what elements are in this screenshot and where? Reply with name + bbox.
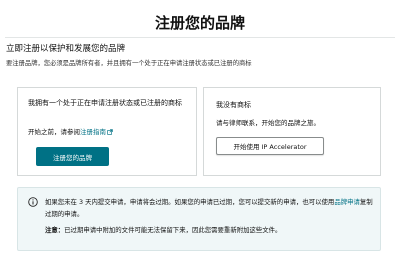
info-note: 注意：已过期申请中附加的文件可能无法保留下来，因此您需要重新附加这些文件。: [45, 225, 375, 234]
intro-description: 要注册品牌，您必须是品牌所有者，并且拥有一个处于正在申请注册状态或已注册的商标: [6, 60, 252, 67]
title-divider: [5, 37, 395, 38]
note-text: 已过期申请中附加的文件可能无法保留下来，因此您需要重新附加这些文件。: [64, 226, 282, 234]
option-title-has-trademark: 我拥有一个处于正在申请注册状态或已注册的商标: [28, 99, 182, 107]
info-alert: 如果您未在 3 天内提交申请，申请将会过期。如果您的申请已过期，您可以提交新的申…: [17, 187, 381, 251]
register-brand-button[interactable]: 注册您的品牌: [36, 147, 109, 166]
page-title: 注册您的品牌: [154, 14, 245, 32]
info-message: 如果您未在 3 天内提交申请，申请将会过期。如果您的申请已过期，您可以提交新的申…: [45, 196, 375, 220]
info-text-part1: 如果您未在 3 天内提交申请，申请将会过期。如果您的申请已过期，您可以提交新的申…: [45, 198, 335, 206]
option-note-no-trademark: 请与律师联系，开始您的品牌之旅。: [216, 119, 320, 127]
ip-accelerator-button[interactable]: 开始使用 IP Accelerator: [216, 137, 324, 155]
note-prefix: 开始之前，请参阅: [28, 128, 80, 136]
external-link-icon: [107, 129, 113, 135]
registration-guide-link-label: 注册指南: [80, 128, 106, 136]
registration-guide-link[interactable]: 注册指南: [80, 128, 113, 136]
option-note-has-trademark: 开始之前，请参阅注册指南: [28, 126, 113, 136]
info-icon: [28, 197, 38, 207]
option-card-has-trademark: 我拥有一个处于正在申请注册状态或已注册的商标 开始之前，请参阅注册指南 注册您的…: [17, 87, 197, 176]
option-card-no-trademark: 我没有商标 请与律师联系，开始您的品牌之旅。 开始使用 IP Accelerat…: [203, 87, 381, 176]
note-label: 注意：: [45, 226, 65, 234]
option-title-no-trademark: 我没有商标: [216, 101, 251, 109]
brand-application-link[interactable]: 品牌申请: [334, 198, 360, 206]
intro-heading: 立即注册以保护和发展您的品牌: [6, 44, 126, 54]
